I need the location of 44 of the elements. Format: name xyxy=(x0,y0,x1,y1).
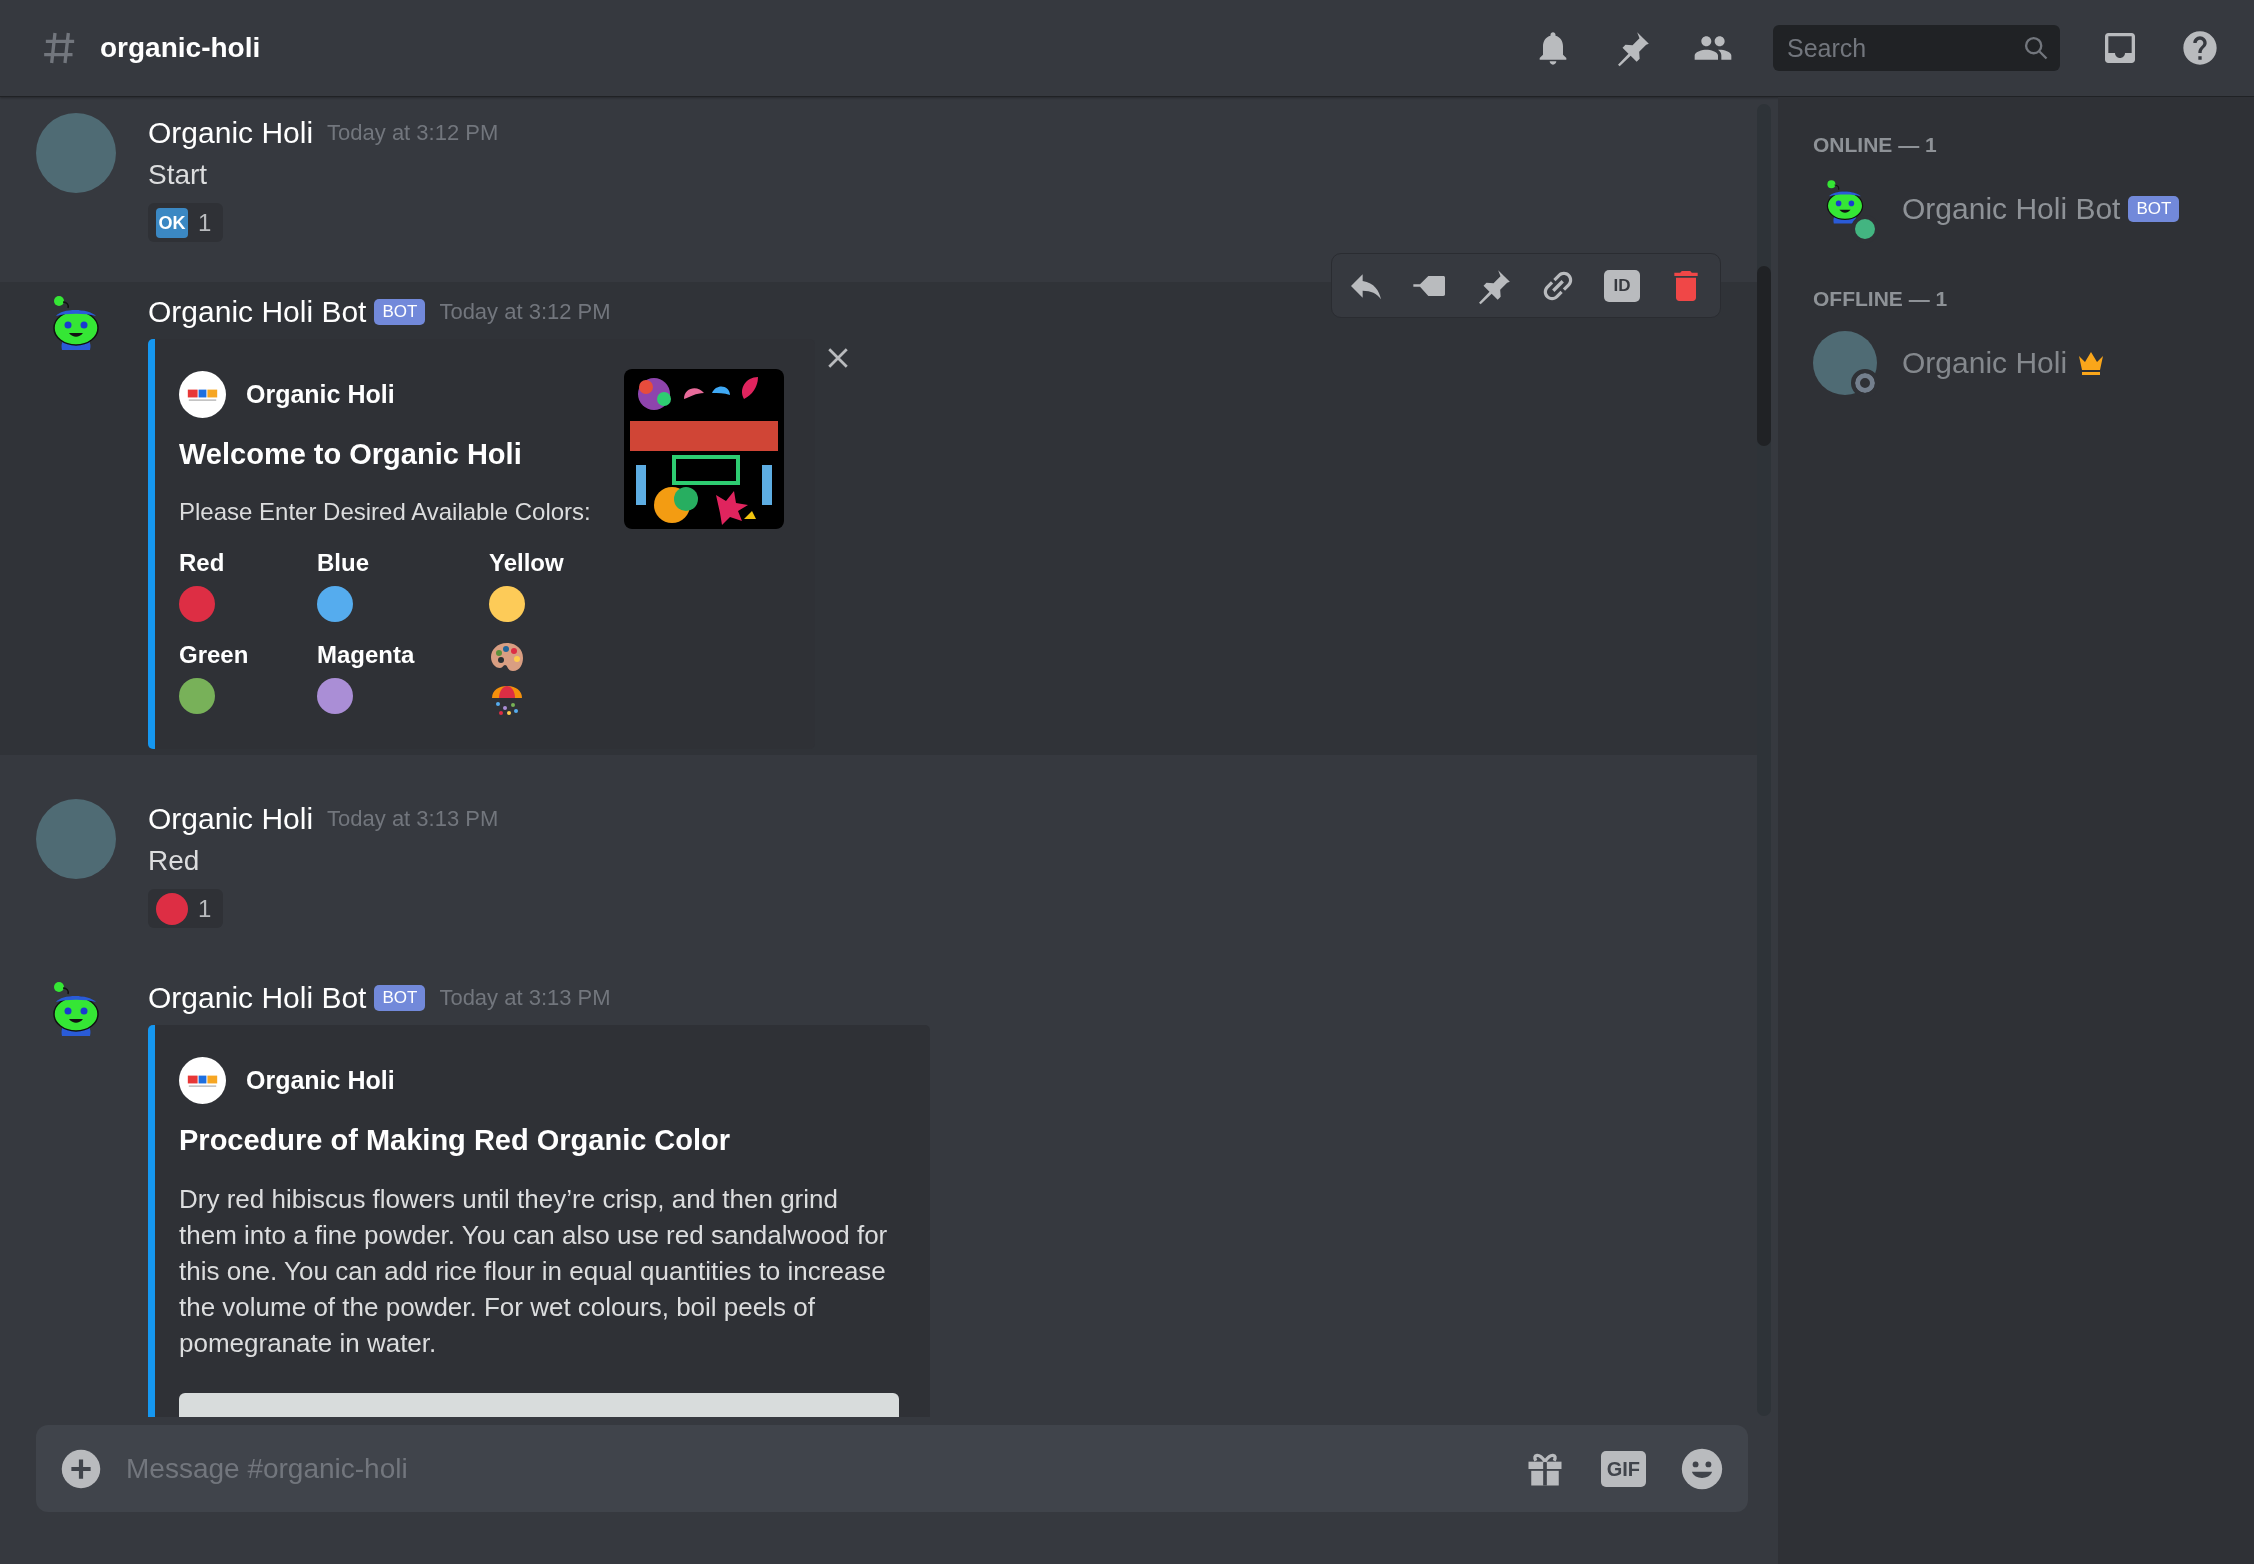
field-name: Magenta xyxy=(317,640,415,670)
search-field[interactable]: Search xyxy=(1773,25,2060,71)
member-group-header: OFFLINE — 1 xyxy=(1813,286,1949,312)
field-name: Green xyxy=(179,640,249,670)
embed-description: Please Enter Desired Available Colors: xyxy=(179,497,591,527)
help-icon[interactable] xyxy=(2180,28,2220,68)
field-name: Yellow xyxy=(489,548,564,578)
field-name: Blue xyxy=(317,548,369,578)
timestamp: Today at 3:13 PM xyxy=(327,806,499,832)
smiley-icon[interactable] xyxy=(1680,1446,1724,1491)
message-text: Red xyxy=(148,844,200,878)
bot-tag: BOT xyxy=(2128,196,2180,222)
member-name[interactable]: Organic Holi Bot xyxy=(1902,192,2121,226)
gif-button[interactable]: GIF xyxy=(1600,1450,1646,1487)
plus-icon[interactable] xyxy=(60,1447,102,1490)
logo-icon xyxy=(179,371,226,418)
reaction-button[interactable]: OK 1 xyxy=(148,203,224,242)
ok-emoji: OK xyxy=(156,207,188,238)
timestamp: Today at 3:12 PM xyxy=(439,299,611,325)
author-name[interactable]: Organic Holi Bot xyxy=(148,980,367,1016)
search-icon xyxy=(2022,34,2050,62)
embed-title: Procedure of Making Red Organic Color xyxy=(179,1123,731,1158)
bot-tag: BOT xyxy=(374,985,426,1011)
logo-icon xyxy=(179,1057,226,1104)
timestamp: Today at 3:13 PM xyxy=(439,985,611,1011)
scrollbar-thumb[interactable] xyxy=(1757,266,1771,446)
timestamp: Today at 3:12 PM xyxy=(327,120,499,146)
scrollbar[interactable] xyxy=(1757,104,1771,1416)
message-text: Start xyxy=(148,158,208,192)
field-name: Red xyxy=(179,548,225,578)
embed-author: Organic Holi xyxy=(246,380,395,409)
author-name[interactable]: Organic Holi xyxy=(148,115,314,151)
bot-tag: BOT xyxy=(374,299,426,325)
embed-description: Dry red hibiscus flowers until they’re crisp, and then grind them into a fine powder. You can also use red sandalwood for this one. You can add rice flour in equal quantities to increase the volume of the powder. For wet colours, boil peels of pomegranate in water. xyxy=(179,1183,889,1360)
reaction-button[interactable]: 1 xyxy=(148,889,224,928)
embed-title: Welcome to Organic Holi xyxy=(179,437,522,472)
author-name[interactable]: Organic Holi Bot xyxy=(148,294,367,330)
author-name[interactable]: Organic Holi xyxy=(148,801,314,837)
search-input[interactable]: Search xyxy=(1785,32,2022,64)
member-group-header: ONLINE — 1 xyxy=(1813,132,1938,158)
channel-name: organic-holi xyxy=(100,32,262,64)
member-name[interactable]: Organic Holi xyxy=(1902,346,2068,380)
id-button[interactable]: ID xyxy=(1604,269,1640,302)
embed-author: Organic Holi xyxy=(246,1066,395,1095)
